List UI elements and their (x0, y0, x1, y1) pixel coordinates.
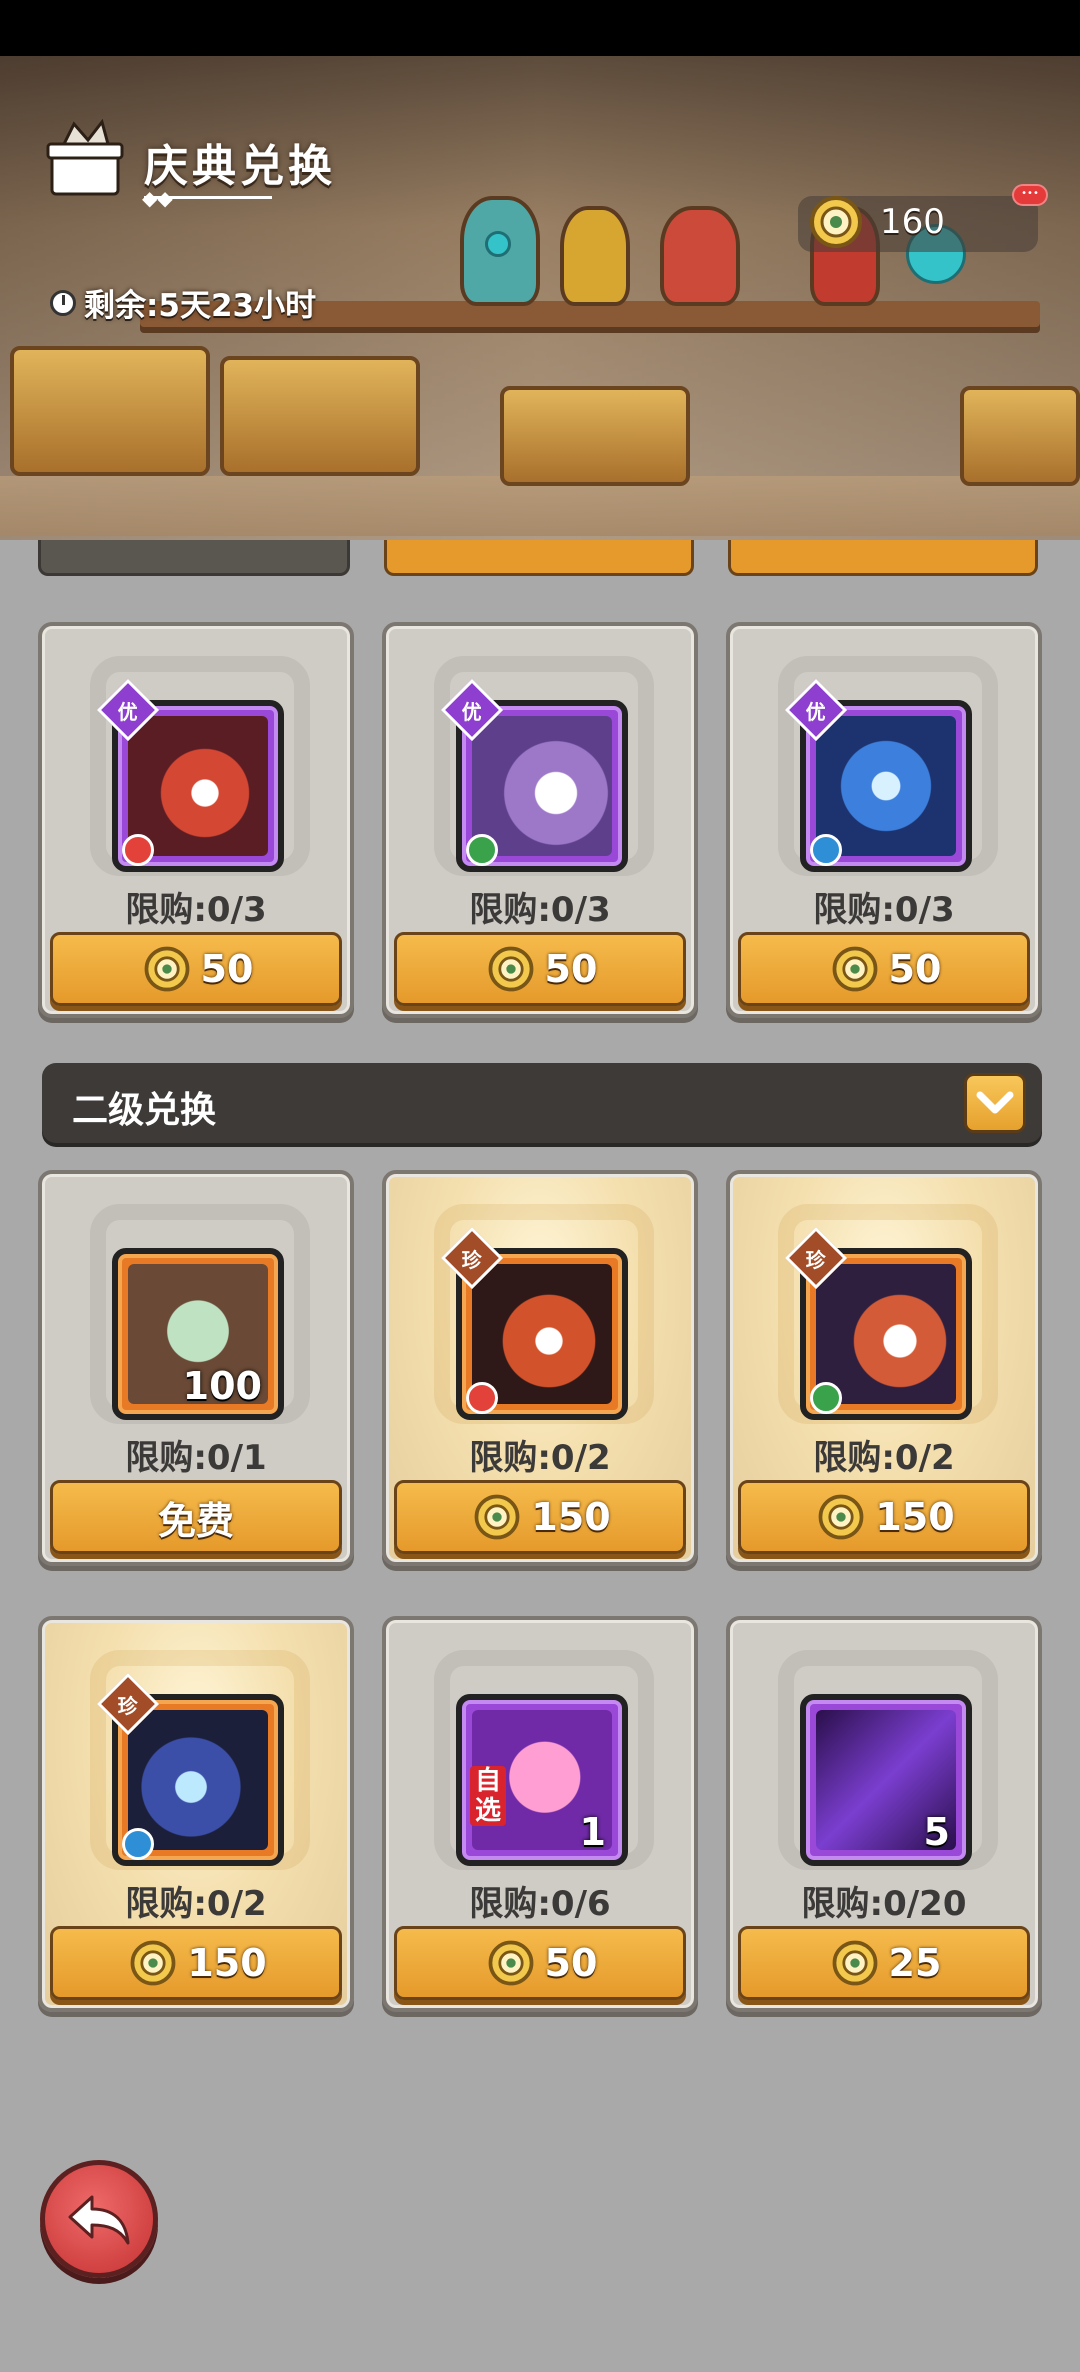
festival-coin-icon (810, 196, 862, 248)
chest-decoration (220, 356, 420, 476)
button-label: 免费 (157, 1498, 234, 1543)
price: 150 (875, 1495, 955, 1539)
item-frame: 自选 1 (456, 1694, 628, 1866)
festival-coin-icon (144, 946, 189, 992)
item-frame: 5 (800, 1694, 972, 1866)
hero-portrait-fire-wolf (472, 1264, 612, 1404)
shop-item-card[interactable]: 优 限购:0/3 50 (382, 622, 698, 1018)
hero-portrait-dark-owl (816, 1264, 956, 1404)
section-title: 二级兑换 (72, 1090, 217, 1131)
hero-portrait-purple-owl (472, 716, 612, 856)
clock-icon (50, 289, 76, 316)
shop-item-card[interactable]: 5 限购:0/20 25 (726, 1616, 1042, 2012)
buy-button[interactable]: 150 (50, 1926, 342, 2000)
collapse-button[interactable] (964, 1073, 1026, 1133)
gem-decoration (485, 231, 511, 257)
shop-item-card[interactable]: 珍 限购:0/2 150 (38, 1616, 354, 2012)
section-header[interactable]: 二级兑换 (42, 1063, 1042, 1143)
title-underline (144, 196, 272, 199)
item-quantity: 5 (923, 1810, 950, 1854)
timer-text: 剩余:5天23小时 (84, 288, 317, 324)
item-frame: 100 (112, 1248, 284, 1420)
partial-card (384, 540, 694, 576)
purchase-limit: 限购:0/3 (125, 890, 267, 930)
buy-button[interactable]: 50 (394, 1926, 686, 2000)
price: 50 (200, 947, 254, 991)
purchase-limit: 限购:0/3 (469, 890, 611, 930)
fire-element-icon (122, 834, 154, 866)
buy-button[interactable]: 50 (394, 932, 686, 1006)
partial-card (38, 540, 350, 576)
item-quantity: 100 (182, 1364, 262, 1408)
partial-card (728, 540, 1038, 576)
purchase-limit: 限购:0/20 (801, 1884, 967, 1924)
water-element-icon (122, 1828, 154, 1860)
price: 50 (888, 947, 942, 991)
festival-coin-icon (130, 1940, 176, 1986)
buy-button[interactable]: 25 (738, 1926, 1030, 2000)
price: 50 (544, 1941, 598, 1985)
water-element-icon (810, 834, 842, 866)
hero-portrait-mech-bird (128, 1710, 268, 1850)
purchase-limit: 限购:0/3 (813, 890, 955, 930)
fire-element-icon (466, 1382, 498, 1414)
chest-decoration (10, 346, 210, 476)
notification-badge: ••• (1012, 184, 1048, 206)
festival-coin-icon (832, 946, 877, 992)
price: 25 (888, 1941, 942, 1985)
event-timer: 剩余:5天23小时 (50, 280, 316, 325)
item-quantity: 1 (579, 1810, 606, 1854)
header-banner: 庆典兑换 ◆◆ 剩余:5天23小时 160 ••• (0, 56, 1080, 540)
shop-item-card[interactable]: 珍 限购:0/2 150 (382, 1170, 698, 1566)
currency-value: 160 (880, 202, 945, 242)
back-button[interactable] (40, 2160, 158, 2278)
shop-item-card[interactable]: 自选 1 限购:0/6 50 (382, 1616, 698, 2012)
festival-coin-icon (832, 1940, 877, 1986)
festival-coin-icon (488, 946, 533, 992)
shop-item-card[interactable]: 100 限购:0/1 免费 (38, 1170, 354, 1566)
shop-item-card[interactable]: 珍 限购:0/2 150 (726, 1170, 1042, 1566)
festival-coin-icon (488, 1940, 533, 1986)
hero-portrait-red-raccoon (128, 716, 268, 856)
vase-decoration (660, 206, 740, 306)
purchase-limit: 限购:0/6 (469, 1884, 611, 1924)
shop-item-card[interactable]: 优 限购:0/3 50 (38, 622, 354, 1018)
hero-portrait-blue-robot (816, 716, 956, 856)
purchase-limit: 限购:0/1 (125, 1438, 267, 1478)
chest-decoration (960, 386, 1080, 486)
price: 150 (187, 1941, 267, 1985)
chest-decoration (500, 386, 690, 486)
selectable-tag: 自选 (470, 1766, 506, 1826)
wind-element-icon (810, 1382, 842, 1414)
festival-coin-icon (474, 1494, 520, 1540)
wind-element-icon (466, 834, 498, 866)
page-title: 庆典兑换 (144, 141, 336, 192)
festival-coin-icon (818, 1494, 864, 1540)
buy-button[interactable]: 50 (50, 932, 342, 1006)
free-claim-button[interactable]: 免费 (50, 1480, 342, 1554)
buy-button[interactable]: 50 (738, 932, 1030, 1006)
shop-item-card[interactable]: 优 限购:0/3 50 (726, 622, 1042, 1018)
gift-box-icon (46, 118, 124, 196)
purchase-limit: 限购:0/2 (469, 1438, 611, 1478)
back-arrow-icon (68, 2195, 130, 2245)
purchase-limit: 限购:0/2 (125, 1884, 267, 1924)
price: 150 (531, 1495, 611, 1539)
price: 50 (544, 947, 598, 991)
buy-button[interactable]: 150 (394, 1480, 686, 1554)
chevron-down-icon (976, 1091, 1014, 1114)
purchase-limit: 限购:0/2 (813, 1438, 955, 1478)
vase-decoration (560, 206, 630, 306)
status-bar (0, 0, 1080, 56)
buy-button[interactable]: 150 (738, 1480, 1030, 1554)
